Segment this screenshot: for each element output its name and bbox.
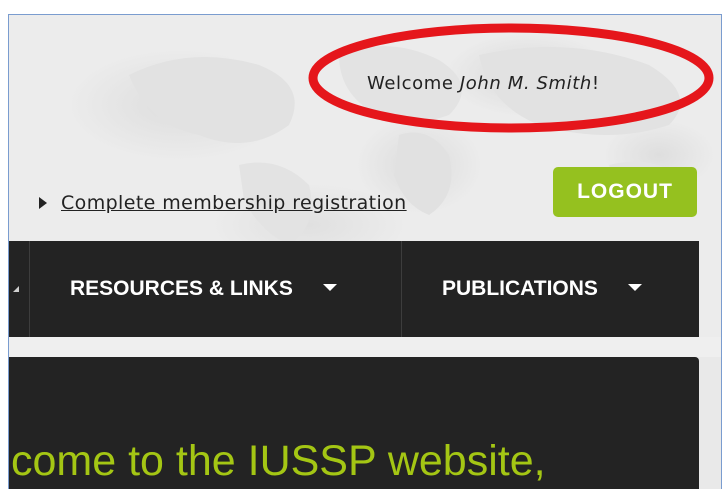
page-frame: Welcome John M. Smith! Complete membersh… <box>8 14 722 489</box>
logout-button[interactable]: LOGOUT <box>553 167 697 217</box>
highlight-ellipse-annotation <box>308 23 714 133</box>
triangle-right-icon <box>39 197 47 209</box>
complete-membership-link[interactable]: Complete membership registration <box>61 192 407 214</box>
chevron-down-icon <box>322 283 337 291</box>
nav-spacer <box>9 337 721 357</box>
chevron-down-icon <box>13 286 19 292</box>
banner-heading: come to the IUSSP website, <box>11 437 546 485</box>
chevron-down-icon <box>627 283 642 291</box>
nav-item-label: RESOURCES & LINKS <box>70 277 293 300</box>
nav-item-previous-partial[interactable] <box>9 241 29 337</box>
main-nav: RESOURCES & LINKS PUBLICATIONS <box>9 241 699 337</box>
hero-banner: come to the IUSSP website, <box>9 357 699 489</box>
membership-row: Complete membership registration <box>39 183 407 223</box>
nav-item-publications[interactable]: PUBLICATIONS <box>401 241 699 337</box>
nav-item-resources-links[interactable]: RESOURCES & LINKS <box>29 241 401 337</box>
nav-item-label: PUBLICATIONS <box>442 277 598 300</box>
